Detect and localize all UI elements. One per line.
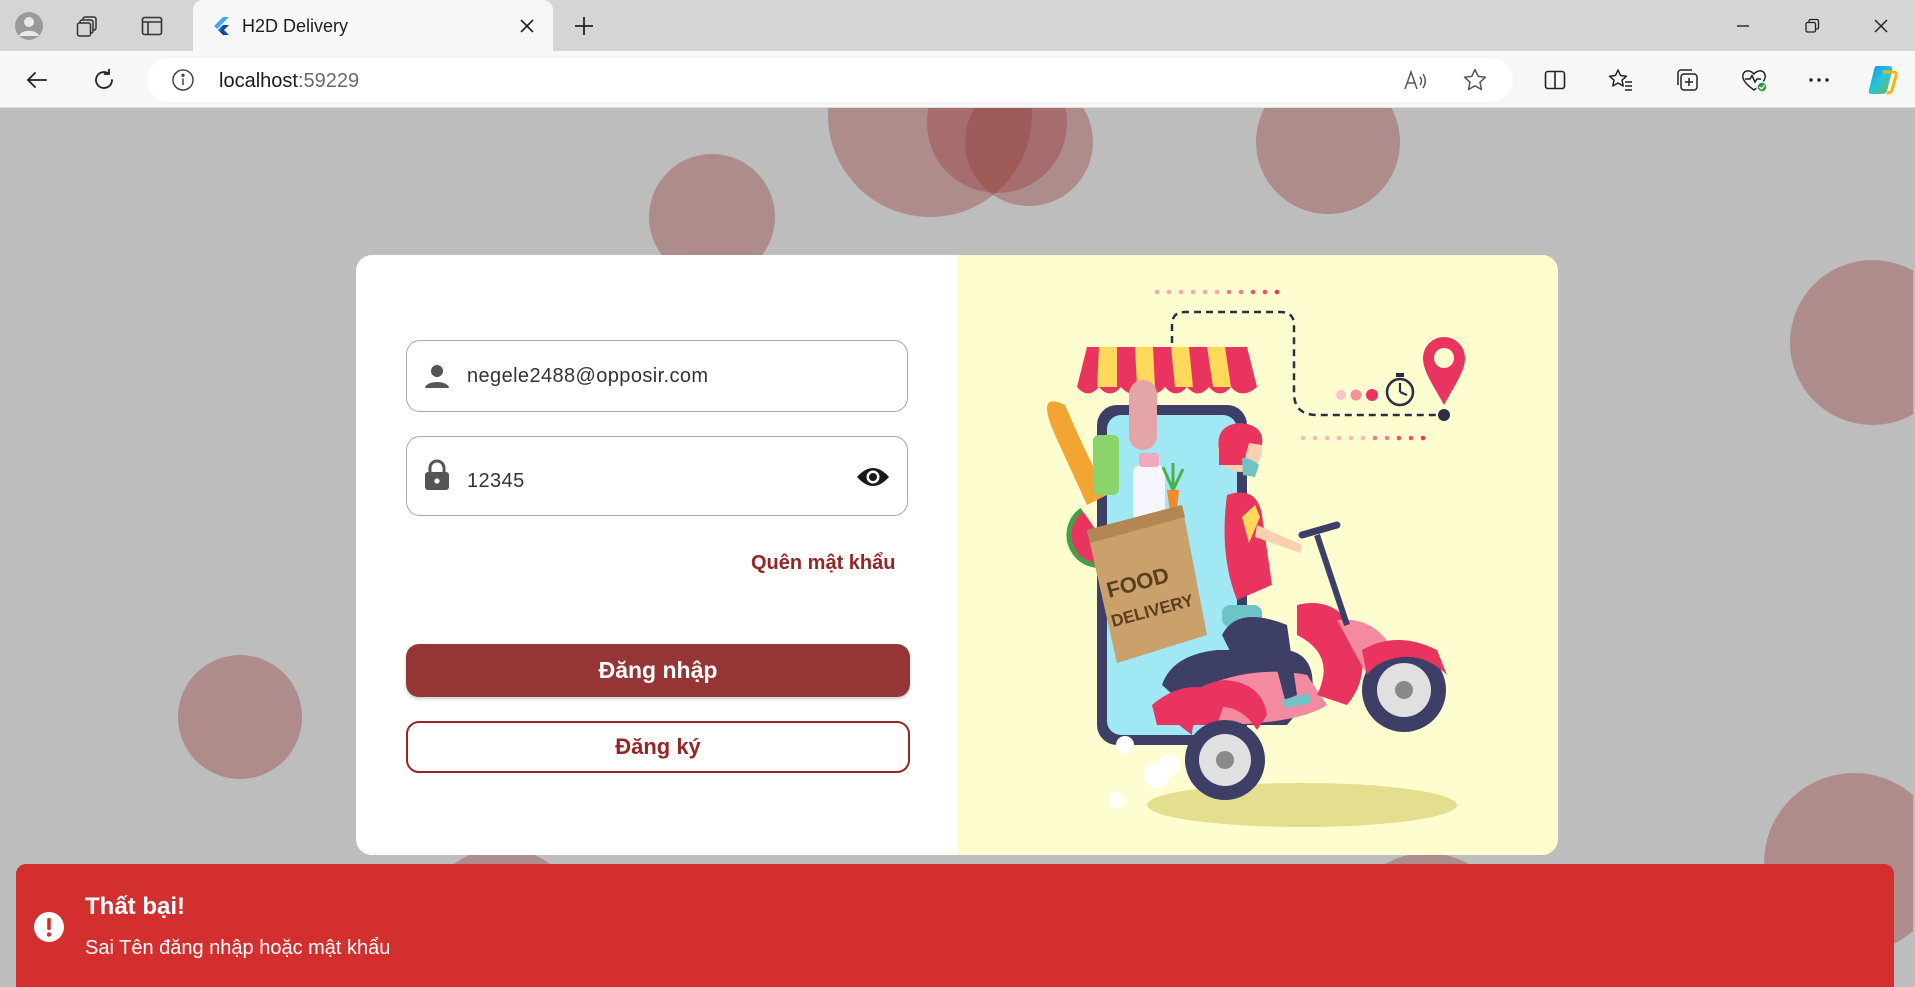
error-icon <box>33 911 65 943</box>
tab-close-icon[interactable] <box>513 12 541 40</box>
forgot-password-link[interactable]: Quên mật khẩu <box>751 552 895 575</box>
email-input[interactable] <box>467 365 847 388</box>
refresh-icon[interactable] <box>85 61 123 99</box>
person-icon <box>421 360 453 392</box>
favorites-icon[interactable] <box>1602 61 1640 99</box>
snackbar-title: Thất bại! <box>85 893 185 920</box>
tab-actions-icon[interactable] <box>134 10 170 42</box>
address-bar[interactable]: localhost:59229 <box>147 58 1513 102</box>
tab-title: H2D Delivery <box>242 16 349 36</box>
browser-toolbar: localhost:59229 <box>0 51 1915 108</box>
info-icon[interactable] <box>171 68 195 92</box>
flutter-icon <box>211 16 231 36</box>
profile-icon[interactable] <box>11 10 47 42</box>
snackbar-message: Sai Tên đăng nhập hoặc mật khẩu <box>85 937 391 959</box>
heart-pulse-icon[interactable] <box>1735 61 1773 99</box>
register-button[interactable]: Đăng ký <box>406 721 910 773</box>
collections-icon[interactable] <box>1668 61 1706 99</box>
login-button[interactable]: Đăng nhập <box>406 644 910 697</box>
workspaces-icon[interactable] <box>70 10 106 42</box>
plus-icon[interactable] <box>566 10 602 42</box>
delivery-illustration-panel: FOOD DELIVERY <box>957 255 1558 855</box>
copilot-icon[interactable] <box>1863 61 1901 99</box>
login-card: Quên mật khẩu Đăng nhập Đăng ký <box>356 255 1558 855</box>
split-screen-icon[interactable] <box>1536 61 1574 99</box>
lock-icon <box>421 459 453 491</box>
minimize-icon[interactable] <box>1718 6 1768 46</box>
eye-icon[interactable] <box>855 459 891 495</box>
error-snackbar: Thất bại! Sai Tên đăng nhập hoặc mật khẩ… <box>16 864 1894 987</box>
password-input[interactable] <box>467 470 847 493</box>
url-host: localhost <box>219 70 298 92</box>
read-aloud-icon[interactable] <box>1402 68 1428 94</box>
food-delivery-illustration: FOOD DELIVERY <box>1047 289 1465 827</box>
background-bubble <box>178 655 302 779</box>
browser-tab[interactable]: H2D Delivery <box>193 0 553 51</box>
page-viewport: Quên mật khẩu Đăng nhập Đăng ký <box>2 108 1913 987</box>
back-arrow-icon[interactable] <box>18 61 56 99</box>
background-bubble <box>1256 108 1400 214</box>
browser-title-bar: H2D Delivery <box>0 0 1915 51</box>
restore-icon[interactable] <box>1787 6 1837 46</box>
url-text[interactable]: localhost:59229 <box>219 70 359 93</box>
star-icon[interactable] <box>1462 67 1488 93</box>
close-icon[interactable] <box>1856 6 1906 46</box>
background-bubble <box>1790 260 1913 425</box>
password-field[interactable] <box>406 436 908 516</box>
more-icon[interactable] <box>1800 61 1838 99</box>
email-field[interactable] <box>406 340 908 412</box>
url-port: :59229 <box>297 70 360 92</box>
